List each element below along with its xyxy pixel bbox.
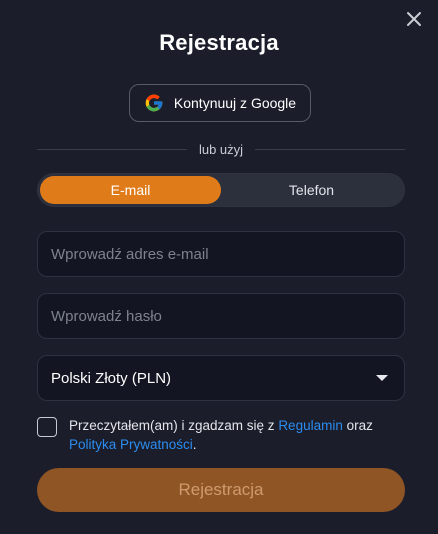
email-field-container xyxy=(37,231,405,277)
currency-select-value: Polski Złoty (PLN) xyxy=(51,369,172,387)
terms-text-after: . xyxy=(192,437,197,452)
close-icon[interactable] xyxy=(404,9,424,29)
terms-row: Przeczytałem(am) i zgadzam się z Regulam… xyxy=(37,416,405,454)
modal-title: Rejestracja xyxy=(159,30,279,55)
google-continue-button[interactable]: Kontynuuj z Google xyxy=(129,84,311,122)
register-submit-button[interactable]: Rejestracja xyxy=(37,468,405,512)
divider-text: lub użyj xyxy=(198,141,244,157)
terms-text-middle: oraz xyxy=(342,418,373,433)
terms-text: Przeczytałem(am) i zgadzam się z Regulam… xyxy=(69,416,405,454)
google-icon xyxy=(144,93,164,113)
registration-method-tabs: E-mail Telefon xyxy=(37,173,405,207)
tab-phone[interactable]: Telefon xyxy=(221,176,402,204)
terms-link-privacy[interactable]: Polityka Prywatności xyxy=(69,437,193,452)
email-input[interactable] xyxy=(38,232,404,276)
password-input[interactable] xyxy=(38,294,404,338)
divider-line-right xyxy=(255,148,406,150)
terms-checkbox[interactable] xyxy=(37,417,57,437)
caret-down-icon xyxy=(376,375,388,381)
terms-link-regulations[interactable]: Regulamin xyxy=(278,418,343,433)
currency-select[interactable]: Polski Złoty (PLN) xyxy=(37,355,405,401)
password-field-container xyxy=(37,293,405,339)
tab-email[interactable]: E-mail xyxy=(40,176,221,204)
divider: lub użyj xyxy=(37,140,406,158)
divider-line-left xyxy=(37,148,187,150)
google-button-label: Kontynuuj z Google xyxy=(173,95,297,111)
terms-text-before: Przeczytałem(am) i zgadzam się z xyxy=(69,418,279,433)
